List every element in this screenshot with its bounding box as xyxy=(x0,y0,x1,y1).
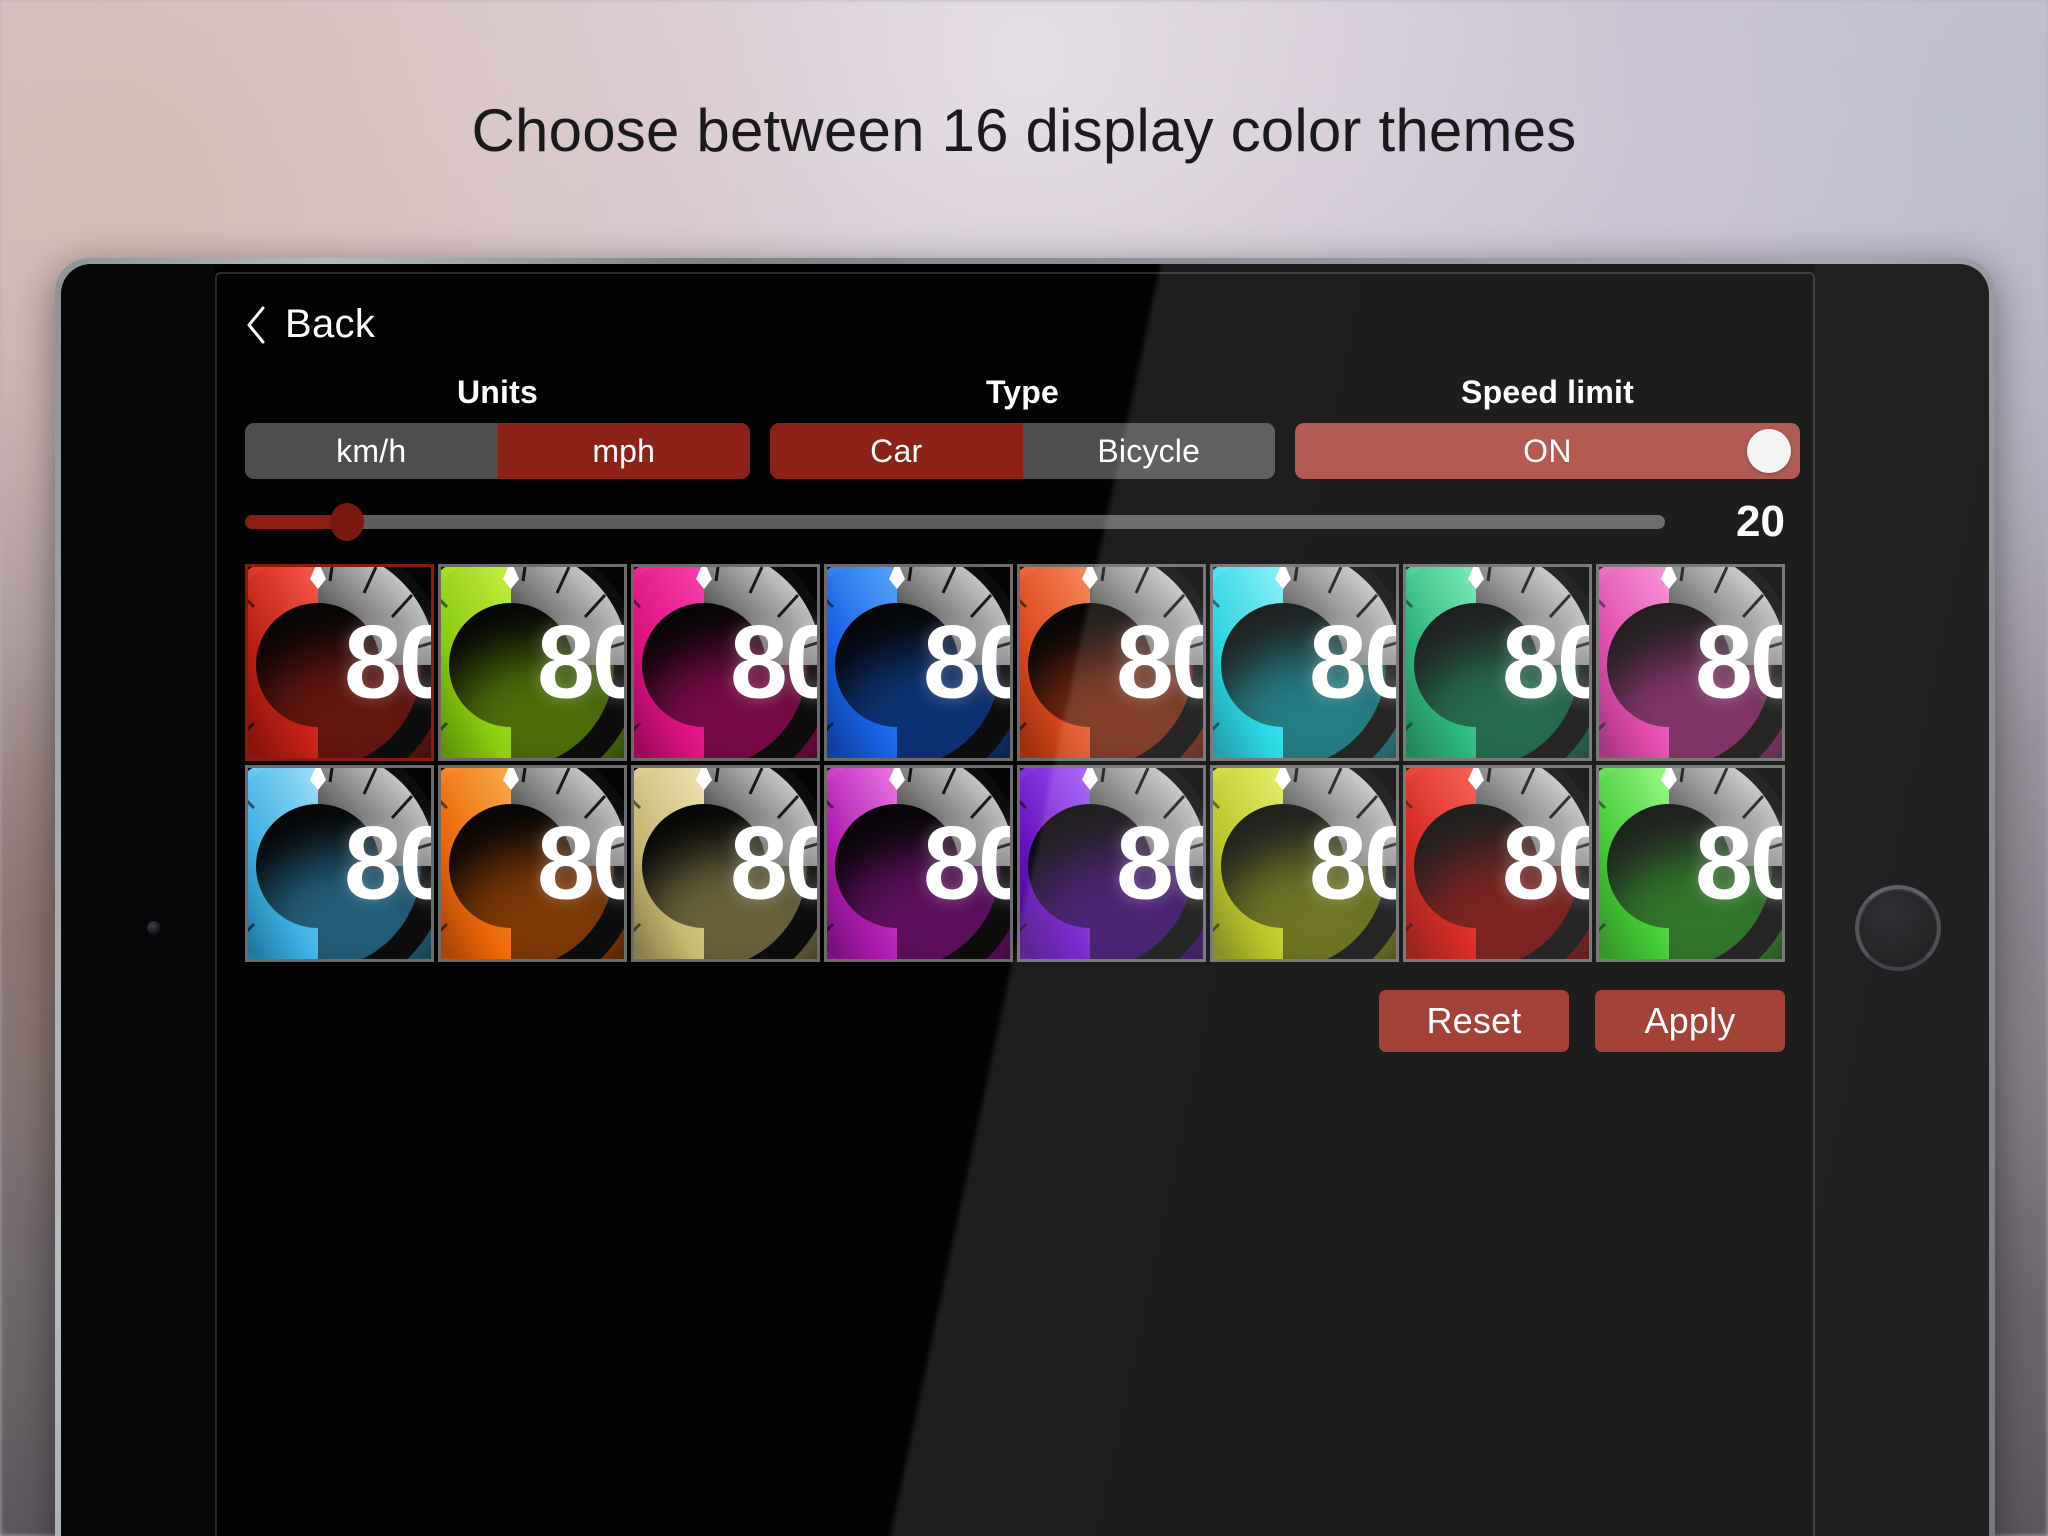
theme-tile[interactable]: 80 xyxy=(1017,765,1206,962)
gauge-digits-wrap: 80 xyxy=(441,768,624,959)
type-control-group: Type Car Bicycle xyxy=(770,374,1275,479)
gauge-speed-digits: 80 xyxy=(730,604,817,720)
app-screen: Back Units km/h mph Type Car Bicycle Spe… xyxy=(215,264,1815,1536)
gauge-digits-wrap: 80 xyxy=(634,768,817,959)
slider-thumb[interactable] xyxy=(330,503,365,541)
speed-limit-slider-row: 20 xyxy=(245,492,1785,552)
gauge-speed-digits: 80 xyxy=(1309,604,1396,720)
theme-tile[interactable]: 80 xyxy=(245,564,434,761)
type-option-car[interactable]: Car xyxy=(770,423,1023,479)
speed-limit-title: Speed limit xyxy=(1461,374,1634,410)
back-button[interactable]: Back xyxy=(245,302,375,347)
gauge-digits-wrap: 80 xyxy=(1406,567,1589,758)
theme-tile[interactable]: 80 xyxy=(438,765,627,962)
gauge-digits-wrap: 80 xyxy=(441,567,624,758)
gauge-speed-digits: 80 xyxy=(344,805,431,921)
units-control-group: Units km/h mph xyxy=(245,374,750,479)
toggle-knob[interactable] xyxy=(1747,429,1791,473)
gauge-speed-digits: 80 xyxy=(1502,604,1589,720)
gauge-digits-wrap: 80 xyxy=(1406,768,1589,959)
theme-tile[interactable]: 80 xyxy=(1403,765,1592,962)
tablet-device-frame: Back Units km/h mph Type Car Bicycle Spe… xyxy=(55,258,1995,1536)
theme-tile[interactable]: 80 xyxy=(631,564,820,761)
gauge-speed-digits: 80 xyxy=(1502,805,1589,921)
units-option-mph[interactable]: mph xyxy=(497,423,750,479)
theme-tile[interactable]: 80 xyxy=(1403,564,1592,761)
page-title: Choose between 16 display color themes xyxy=(471,97,1577,164)
theme-tile[interactable]: 80 xyxy=(1017,564,1206,761)
gauge-speed-digits: 80 xyxy=(537,604,624,720)
gauge-speed-digits: 80 xyxy=(1695,604,1782,720)
gauge-speed-digits: 80 xyxy=(537,805,624,921)
gauge-digits-wrap: 80 xyxy=(248,567,431,758)
gauge-speed-digits: 80 xyxy=(1116,604,1203,720)
slider-value: 20 xyxy=(1736,497,1785,546)
tablet-screen: Back Units km/h mph Type Car Bicycle Spe… xyxy=(61,264,1989,1536)
settings-panel: Back Units km/h mph Type Car Bicycle Spe… xyxy=(215,272,1815,1536)
speed-limit-slider[interactable] xyxy=(245,503,1665,541)
type-segmented-control[interactable]: Car Bicycle xyxy=(770,423,1275,479)
gauge-speed-digits: 80 xyxy=(1116,805,1203,921)
type-option-bicycle[interactable]: Bicycle xyxy=(1022,423,1275,479)
theme-tile[interactable]: 80 xyxy=(824,765,1013,962)
gauge-digits-wrap: 80 xyxy=(1213,567,1396,758)
gauge-digits-wrap: 80 xyxy=(248,768,431,959)
gauge-digits-wrap: 80 xyxy=(634,567,817,758)
gauge-speed-digits: 80 xyxy=(344,604,431,720)
theme-tile[interactable]: 80 xyxy=(1210,765,1399,962)
units-title: Units xyxy=(457,374,538,410)
type-title: Type xyxy=(985,374,1060,410)
home-button[interactable] xyxy=(1855,885,1941,971)
theme-tile[interactable]: 80 xyxy=(631,765,820,962)
slider-track[interactable] xyxy=(245,515,1665,529)
gauge-digits-wrap: 80 xyxy=(827,768,1010,959)
theme-tile[interactable]: 80 xyxy=(245,765,434,962)
reset-button[interactable]: Reset xyxy=(1379,990,1569,1052)
gauge-speed-digits: 80 xyxy=(923,805,1010,921)
units-segmented-control[interactable]: km/h mph xyxy=(245,423,750,479)
action-button-row: Reset Apply xyxy=(1379,990,1785,1052)
gauge-digits-wrap: 80 xyxy=(1020,768,1203,959)
gauge-digits-wrap: 80 xyxy=(1599,768,1782,959)
theme-tile[interactable]: 80 xyxy=(1596,765,1785,962)
theme-tile[interactable]: 80 xyxy=(1210,564,1399,761)
speed-limit-toggle[interactable]: ON xyxy=(1295,423,1800,479)
speed-limit-control-group: Speed limit ON xyxy=(1295,374,1800,479)
theme-tile[interactable]: 80 xyxy=(438,564,627,761)
units-option-kmh[interactable]: km/h xyxy=(245,423,498,479)
gauge-digits-wrap: 80 xyxy=(827,567,1010,758)
apply-button[interactable]: Apply xyxy=(1595,990,1785,1052)
chevron-left-icon xyxy=(247,306,265,343)
theme-tile[interactable]: 80 xyxy=(1596,564,1785,761)
front-camera-icon xyxy=(147,921,161,935)
gauge-digits-wrap: 80 xyxy=(1020,567,1203,758)
gauge-speed-digits: 80 xyxy=(730,805,817,921)
theme-tile[interactable]: 80 xyxy=(824,564,1013,761)
gauge-speed-digits: 80 xyxy=(1695,805,1782,921)
gauge-speed-digits: 80 xyxy=(923,604,1010,720)
gauge-speed-digits: 80 xyxy=(1309,805,1396,921)
speed-limit-state-label: ON xyxy=(1523,432,1572,469)
theme-grid: 80 80 80 80 80 80 80 80 80 80 80 80 80 80 80 80 xyxy=(245,564,1785,962)
back-label: Back xyxy=(285,302,376,346)
gauge-digits-wrap: 80 xyxy=(1599,567,1782,758)
gauge-digits-wrap: 80 xyxy=(1213,768,1396,959)
